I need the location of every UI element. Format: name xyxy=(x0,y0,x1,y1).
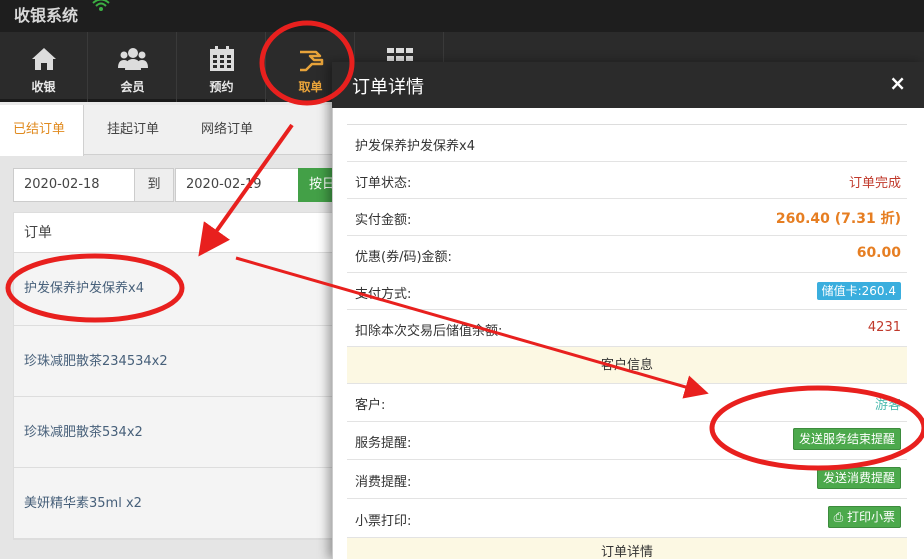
detail-item-row: 护发保养护发保养x4 xyxy=(347,125,907,162)
home-icon xyxy=(29,44,59,74)
payment-badge: 储值卡:260.4 xyxy=(816,282,901,300)
tab-settled-orders[interactable]: 已结订单 xyxy=(0,105,84,156)
nav-item-booking[interactable]: 预约 xyxy=(178,32,266,102)
detail-print-row: 小票打印: ⎙ 打印小票 xyxy=(347,499,907,538)
status-value: 订单完成 xyxy=(848,176,901,191)
order-tabs: 已结订单 挂起订单 网络订单 xyxy=(0,105,332,156)
detail-service-row: 服务提醒: 发送服务结束提醒 xyxy=(347,422,907,460)
end-date-input[interactable]: 2020-02-19 xyxy=(175,168,299,202)
users-icon xyxy=(117,44,148,74)
order-row[interactable]: 珍珠减肥散茶534x2 xyxy=(14,397,342,468)
detail-paid-row: 实付金额: 260.40 (7.31 折) xyxy=(347,199,907,236)
print-receipt-button[interactable]: ⎙ 打印小票 xyxy=(827,506,901,528)
send-service-end-reminder-button[interactable]: 发送服务结束提醒 xyxy=(792,428,901,450)
discount-label: 优惠(券/码)金额: xyxy=(355,250,452,265)
nav-item-cashier[interactable]: 收银 xyxy=(0,32,88,102)
modal-title: 订单详情 xyxy=(352,77,424,98)
tab-online-orders[interactable]: 网络订单 xyxy=(201,105,253,155)
detail-balance-row: 扣除本次交易后储值余额: 4231 xyxy=(347,310,907,347)
service-reminder-label: 服务提醒: xyxy=(355,436,412,451)
order-detail-section-header: 订单详情 xyxy=(347,538,907,559)
order-row[interactable]: 护发保养护发保养x4 xyxy=(14,253,342,326)
calendar-icon xyxy=(207,44,237,74)
modal-header: 订单详情 × xyxy=(332,62,924,108)
print-receipt-label: 打印小票 xyxy=(846,510,895,524)
close-icon[interactable]: × xyxy=(889,71,906,95)
wifi-icon xyxy=(92,0,110,16)
detail-discount-row: 优惠(券/码)金额: 60.00 xyxy=(347,236,907,273)
date-separator: 到 xyxy=(134,168,174,202)
consume-reminder-label: 消费提醒: xyxy=(355,475,412,490)
detail-payment-row: 支付方式: 储值卡:260.4 xyxy=(347,273,907,310)
nav-item-members[interactable]: 会员 xyxy=(89,32,177,102)
send-consume-reminder-button[interactable]: 发送消费提醒 xyxy=(816,467,901,489)
modal-body: 护发保养护发保养x4 订单状态: 订单完成 实付金额: 260.40 (7.31… xyxy=(332,108,924,559)
detail-consume-row: 消费提醒: 发送消费提醒 xyxy=(347,460,907,499)
nav-label: 预约 xyxy=(209,80,234,94)
paid-label: 实付金额: xyxy=(355,213,412,228)
balance-label: 扣除本次交易后储值余额: xyxy=(355,324,503,339)
customer-section-header: 客户信息 xyxy=(347,347,907,384)
status-label: 订单状态: xyxy=(355,176,412,191)
discount-value: 60.00 xyxy=(856,245,901,261)
order-row[interactable]: 美妍精华素35ml x2 xyxy=(14,468,342,539)
hand-icon xyxy=(296,44,326,74)
detail-customer-row: 客户: 游客 xyxy=(347,384,907,422)
receipt-print-label: 小票打印: xyxy=(355,514,412,529)
nav-label: 收银 xyxy=(31,80,56,94)
tab-pending-orders[interactable]: 挂起订单 xyxy=(107,105,159,155)
order-table-header: 订单 xyxy=(14,213,342,253)
order-list-panel: 已结订单 挂起订单 网络订单 2020-02-18 到 2020-02-19 按… xyxy=(0,105,343,559)
order-row[interactable]: 珍珠减肥散茶234534x2 xyxy=(14,326,342,397)
order-table: 订单 护发保养护发保养x4 珍珠减肥散茶234534x2 珍珠减肥散茶534x2… xyxy=(13,212,343,540)
order-item-name: 护发保养护发保养x4 xyxy=(355,139,475,154)
customer-label: 客户: xyxy=(355,398,386,413)
balance-value: 4231 xyxy=(867,320,901,335)
nav-label: 会员 xyxy=(120,80,145,94)
app-title: 收银系统 xyxy=(14,6,79,25)
printer-icon: ⎙ xyxy=(833,510,847,524)
start-date-input[interactable]: 2020-02-18 xyxy=(13,168,135,202)
payment-label: 支付方式: xyxy=(355,287,412,302)
paid-value: 260.40 (7.31 折) xyxy=(775,211,901,227)
customer-value: 游客 xyxy=(874,398,901,413)
order-detail-modal: 订单详情 × 护发保养护发保养x4 订单状态: 订单完成 实付金额: 260.4… xyxy=(332,62,924,559)
top-bar: 收银系统 xyxy=(0,0,924,32)
detail-status-row: 订单状态: 订单完成 xyxy=(347,162,907,199)
